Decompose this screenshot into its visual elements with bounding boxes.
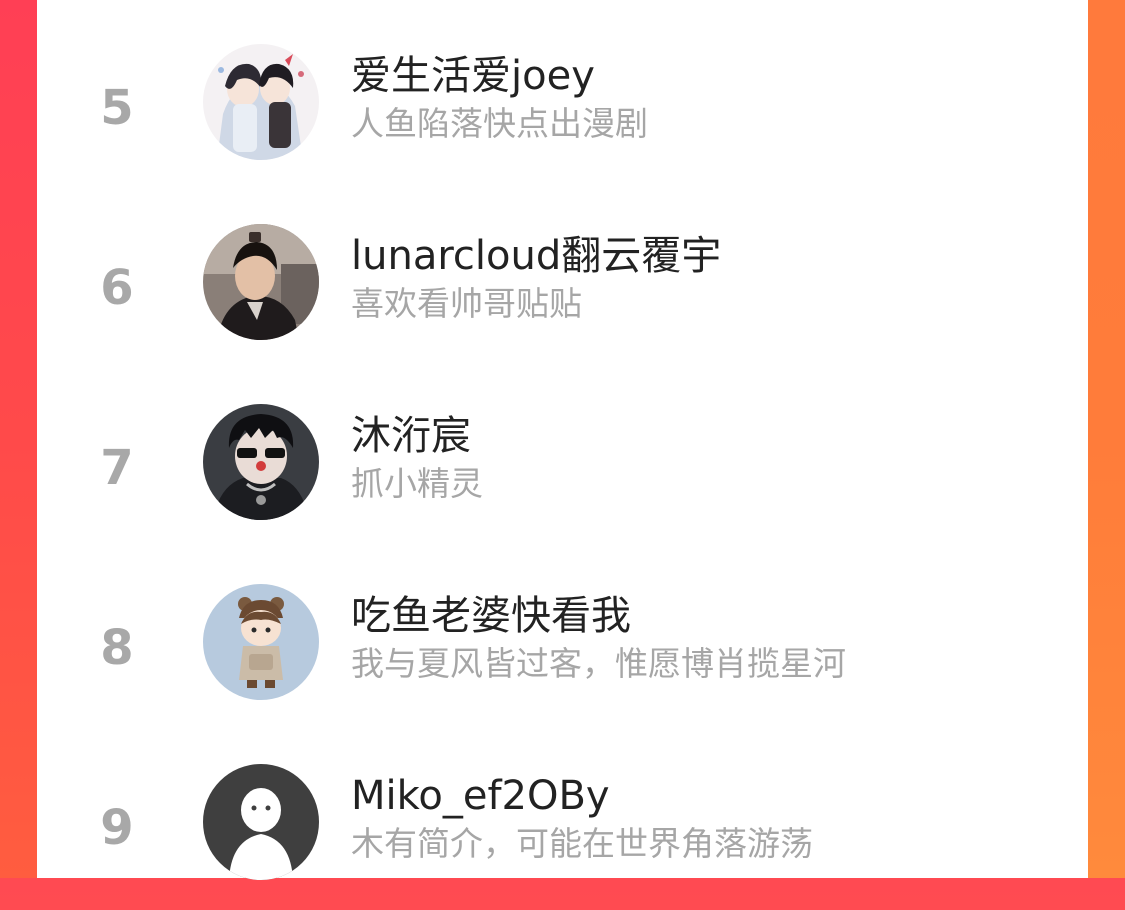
user-bio: 木有简介，可能在世界角落游荡 — [351, 824, 813, 863]
user-bio: 我与夏风皆过客，惟愿博肖揽星河 — [351, 644, 846, 683]
dark-figure-avatar[interactable] — [203, 404, 319, 520]
user-name[interactable]: 吃鱼老婆快看我 — [351, 594, 631, 638]
user-name[interactable]: Miko_ef2OBy — [351, 774, 610, 818]
ranking-list-card: 5 爱生活爱joey 人鱼陷落快点出漫剧 6 lunarcloud翻云覆宇 喜欢… — [37, 0, 1088, 880]
user-bio: 抓小精灵 — [351, 464, 483, 503]
list-item[interactable]: 8 吃鱼老婆快看我 我与夏风皆过客，惟愿博肖揽星河 — [37, 550, 1088, 730]
frame-left-edge — [0, 0, 37, 878]
user-name[interactable]: lunarcloud翻云覆宇 — [351, 234, 721, 278]
user-bio: 喜欢看帅哥贴贴 — [351, 284, 582, 323]
anime-duo-avatar[interactable] — [203, 44, 319, 160]
list-item[interactable]: 6 lunarcloud翻云覆宇 喜欢看帅哥贴贴 — [37, 190, 1088, 370]
list-item[interactable]: 5 爱生活爱joey 人鱼陷落快点出漫剧 — [37, 10, 1088, 190]
list-item[interactable]: 9 Miko_ef2OBy 木有简介，可能在世界角落游荡 — [37, 730, 1088, 910]
rank-number: 6 — [100, 260, 134, 316]
cartoon-bear-avatar[interactable] — [203, 584, 319, 700]
user-name[interactable]: 爱生活爱joey — [351, 54, 595, 98]
rank-number: 8 — [100, 620, 134, 676]
rank-number: 7 — [100, 440, 134, 496]
list-item[interactable]: 7 沐洐宸 抓小精灵 — [37, 370, 1088, 550]
user-name[interactable]: 沐洐宸 — [351, 414, 471, 458]
rank-number: 9 — [100, 800, 134, 856]
user-bio: 人鱼陷落快点出漫剧 — [351, 104, 648, 143]
frame-right-edge — [1088, 0, 1125, 878]
rank-number: 5 — [100, 80, 134, 136]
photo-man-avatar[interactable] — [203, 224, 319, 340]
default-ghost-avatar[interactable] — [203, 764, 319, 880]
